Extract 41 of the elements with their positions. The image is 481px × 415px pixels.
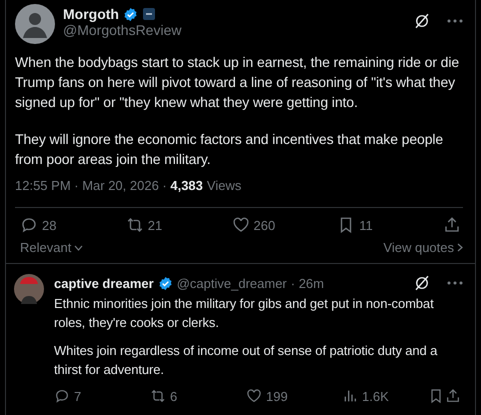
post-time: · 26m: [290, 276, 324, 290]
caret-icon: [74, 244, 84, 250]
view-quotes-link[interactable]: View quotes: [383, 240, 463, 255]
like-button[interactable]: 260: [232, 216, 332, 234]
heart-icon: [246, 388, 262, 404]
reply-text: Ethnic minorities join the military for gibs and get put in non-combat roles, they're cooks or clerks.: [54, 295, 435, 332]
chevron-icon: [457, 243, 463, 252]
repost-icon: [126, 216, 144, 234]
bookmark-button[interactable]: 11: [337, 216, 438, 234]
slashed-circle-icon[interactable]: [413, 12, 431, 30]
more-icon[interactable]: [447, 281, 463, 285]
post-text: When the bodybags start to stack up in earnest, the remaining ride or die Trump fans on here will pivot toward a line of reasoning of "it's what they signed up for" or "they knew what they were getting into.: [15, 53, 460, 112]
author-name[interactable]: captive dreamer: [54, 276, 154, 290]
avatar[interactable]: [14, 274, 44, 304]
reply-icon: [20, 216, 38, 234]
sort-dropdown[interactable]: Relevant: [20, 240, 84, 255]
share-button[interactable]: [443, 216, 461, 234]
avatar[interactable]: [15, 4, 55, 44]
reply-icon: [54, 388, 70, 404]
like-button[interactable]: 199: [246, 388, 341, 404]
share-button[interactable]: [445, 388, 461, 404]
share-icon: [445, 388, 461, 404]
repost-button[interactable]: 6: [150, 388, 245, 404]
reply-button[interactable]: 28: [20, 216, 120, 234]
share-icon: [443, 216, 461, 234]
view-count: 4,383: [170, 178, 203, 193]
repost-button[interactable]: 21: [126, 216, 226, 234]
heart-icon: [232, 216, 250, 234]
views-button[interactable]: 1.6K: [342, 388, 427, 404]
post-text: They will ignore the economic factors and incentives that make people from poor areas join the military.: [15, 130, 444, 169]
reply-text: Whites join regardless of income out of sense of patriotic duty and a thirst for adventure.: [54, 342, 438, 379]
author-handle[interactable]: @MorgothsReview: [63, 22, 182, 38]
repost-icon: [150, 388, 166, 404]
views-label: Views: [206, 178, 242, 193]
slashed-circle-icon[interactable]: [413, 274, 431, 292]
more-icon[interactable]: [447, 19, 463, 23]
author-name[interactable]: Morgoth: [63, 6, 119, 22]
timestamp[interactable]: 12:55 PM · Mar 20, 2026 ·: [15, 178, 170, 193]
bar-chart-icon: [342, 388, 358, 404]
reply-button[interactable]: 7: [54, 388, 149, 404]
author-handle[interactable]: @captive_dreamer: [176, 276, 287, 290]
